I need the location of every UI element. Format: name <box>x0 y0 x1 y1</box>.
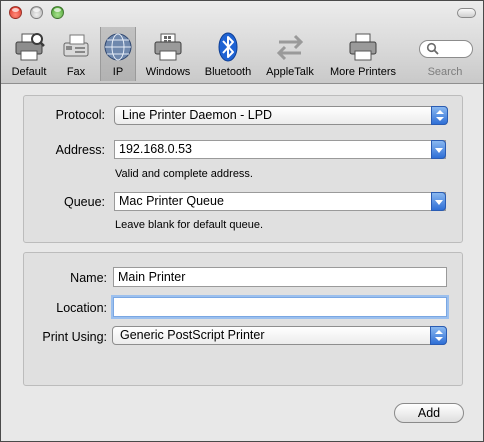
queue-value: Mac Printer Queue <box>119 194 224 208</box>
globe-icon <box>104 33 132 61</box>
toolbar-item-windows[interactable]: Windows <box>141 27 195 81</box>
protocol-label: Protocol: <box>55 108 105 122</box>
toolbar-item-fax[interactable]: Fax <box>57 27 95 81</box>
toolbar-toggle-button[interactable] <box>457 8 476 18</box>
windows-printer-icon <box>154 33 182 61</box>
toolbar-item-label: AppleTalk <box>266 66 314 78</box>
name-value: Main Printer <box>118 270 186 284</box>
appletalk-arrows-icon <box>276 34 304 61</box>
search-icon <box>426 42 439 55</box>
toolbar-item-bluetooth[interactable]: Bluetooth <box>200 27 256 81</box>
address-combo-box[interactable]: 192.168.0.53 <box>114 140 446 159</box>
address-hint: Valid and complete address. <box>115 168 253 180</box>
print-using-popup[interactable]: Generic PostScript Printer <box>112 326 447 345</box>
toolbar-item-ip[interactable]: IP <box>100 27 136 81</box>
toolbar-item-label: Fax <box>66 66 86 78</box>
toolbar-item-label: Default <box>11 66 47 78</box>
chevron-down-icon[interactable] <box>431 140 446 159</box>
add-button[interactable]: Add <box>394 403 464 423</box>
queue-label: Queue: <box>63 195 105 209</box>
location-field[interactable] <box>113 297 447 317</box>
fax-icon <box>63 34 89 57</box>
print-using-label: Print Using: <box>42 330 107 344</box>
toolbar-item-label: Bluetooth <box>204 66 252 78</box>
toolbar-item-label: More Printers <box>329 66 397 78</box>
queue-hint: Leave blank for default queue. <box>115 219 264 231</box>
queue-combo-box[interactable]: Mac Printer Queue <box>114 192 446 211</box>
name-label: Name: <box>70 271 107 285</box>
close-window-button[interactable] <box>9 6 22 19</box>
search-input[interactable] <box>419 40 473 58</box>
popup-arrows-icon <box>431 106 448 125</box>
toolbar-item-appletalk[interactable]: AppleTalk <box>261 27 319 81</box>
toolbar-item-label: Windows <box>145 66 191 78</box>
location-label: Location: <box>56 301 107 315</box>
name-field[interactable]: Main Printer <box>113 267 447 287</box>
protocol-popup[interactable]: Line Printer Daemon - LPD <box>114 106 448 125</box>
bluetooth-icon <box>218 32 238 62</box>
toolbar-item-label: IP <box>112 66 124 78</box>
chevron-down-icon[interactable] <box>431 192 446 211</box>
address-value: 192.168.0.53 <box>119 142 192 156</box>
toolbar: Default Fax IP Windows Bluetooth AppleTa… <box>1 1 483 84</box>
protocol-value: Line Printer Daemon - LPD <box>122 108 273 122</box>
zoom-window-button[interactable] <box>51 6 64 19</box>
address-label: Address: <box>55 143 105 157</box>
toolbar-item-default[interactable]: Default <box>6 27 52 81</box>
popup-arrows-icon <box>430 326 447 345</box>
minimize-window-button[interactable] <box>30 6 43 19</box>
printer-icon <box>349 33 377 61</box>
print-using-value: Generic PostScript Printer <box>120 328 265 342</box>
printer-icon <box>15 33 45 61</box>
toolbar-item-more-printers[interactable]: More Printers <box>324 27 402 81</box>
add-printer-window: Default Fax IP Windows Bluetooth AppleTa… <box>0 0 484 442</box>
search-label: Search <box>427 66 463 78</box>
